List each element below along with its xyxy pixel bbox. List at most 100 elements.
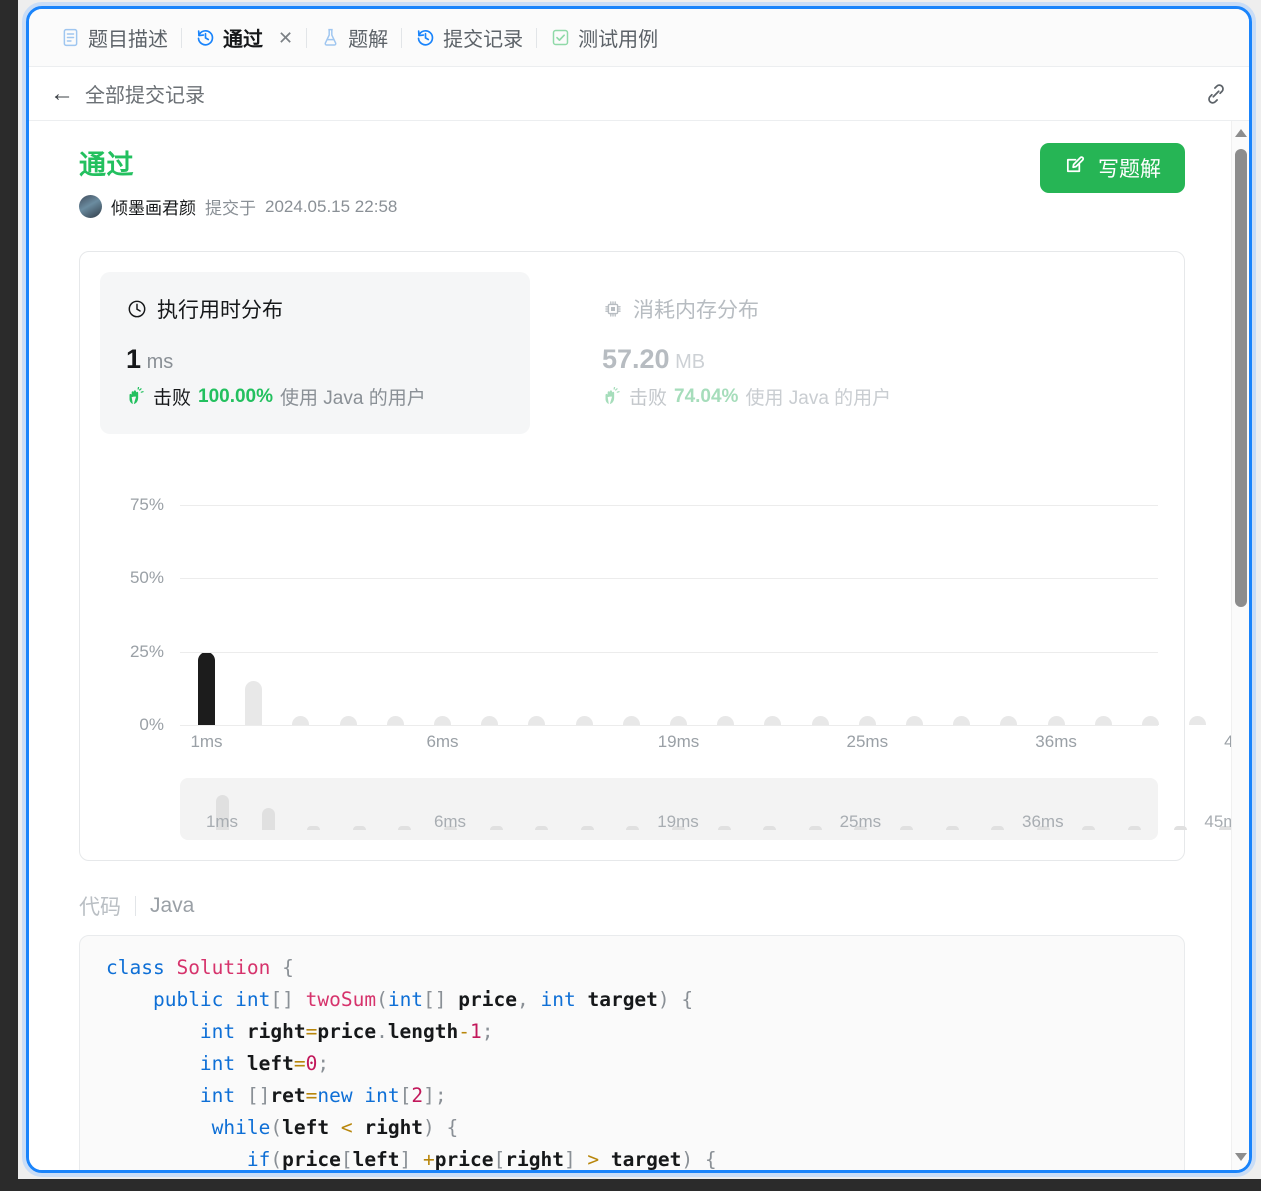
chart-y-tick-label: 75% [129,495,164,515]
chart-bar[interactable] [198,651,215,725]
code-token: price [282,1148,341,1171]
scrollbar-up-arrow[interactable] [1235,129,1247,141]
chart-bars [180,470,1249,725]
brush-bar [1082,826,1096,830]
tab-3[interactable]: 题解 [307,18,401,58]
code-token: - [458,1020,471,1043]
brush-bar [717,826,731,830]
tab-5[interactable]: 测试用例 [537,18,671,58]
runtime-stat-box[interactable]: 执行用时分布 1 ms 击败 100.00% 使用 Java 的用户 [100,272,530,434]
submission-scroll-area[interactable]: 通过 倾墨画君颜 提交于 2024.05.15 22:58 写题解 执行用时分布… [29,121,1249,1171]
chart-bar[interactable] [717,716,735,725]
code-token: ) { [423,1116,459,1139]
chart-y-tick-label: 50% [129,568,164,588]
stat-beat-label: 击败 [629,388,668,409]
code-token: length [387,1020,459,1043]
avatar[interactable] [79,195,102,218]
close-icon[interactable]: ✕ [278,29,293,47]
code-token: 0 [305,1052,318,1075]
code-token: int [199,1084,236,1107]
stat-title-row: 消耗内存分布 [602,294,980,324]
clock-icon [126,298,148,320]
chart-bar[interactable] [1047,716,1065,725]
code-token: ]; [423,1084,447,1107]
chart-bar[interactable] [622,716,640,725]
chart-x-tick-label: 19ms [657,732,700,751]
vertical-scrollbar[interactable] [1231,121,1249,1170]
brush-bar [352,826,366,830]
chart-gridline [180,505,1158,507]
scrollbar-thumb[interactable] [1235,149,1247,607]
chart-bar[interactable] [339,716,357,725]
stat-beat-percent: 100.00% [198,385,274,407]
code-token: ] [563,1148,588,1171]
code-card: class Solution { public int[] twoSum(int… [79,935,1185,1171]
submitter-row: 倾墨画君颜 提交于 2024.05.15 22:58 [79,194,397,219]
back-button[interactable]: ← [47,80,77,108]
code-line: int left=0; [106,1052,329,1075]
stat-unit: ms [141,351,174,373]
tab-label: 测试用例 [578,29,659,51]
history-icon [415,27,436,48]
code-line: while(left < right) { [106,1116,459,1139]
code-token: left [352,1148,400,1171]
chart-bar[interactable] [764,716,782,725]
chart-bar[interactable] [434,716,451,725]
chart-bar[interactable] [858,716,876,725]
code-token: ( [270,1116,283,1139]
tab-4[interactable]: 提交记录 [402,18,536,58]
breadcrumb-title[interactable]: 全部提交记录 [85,79,205,108]
chart-bar[interactable] [811,716,829,725]
code-token: . [376,1020,388,1043]
tab-bar: 题目描述 通过 ✕ 题解 提交记录 测试用例 [29,9,1249,67]
stats-row: 执行用时分布 1 ms 击败 100.00% 使用 Java 的用户 消耗内存分布 57.2… [100,272,1164,434]
chart-x-tick-label: 25ms [846,732,889,751]
runtime-distribution-chart: 0%25%50%75% 1ms6ms19ms25ms36ms45ms [100,460,1249,770]
code-block[interactable]: class Solution { public int[] twoSum(int… [80,952,1184,1171]
code-language[interactable]: Java [150,894,194,918]
breadcrumb: ← 全部提交记录 [29,67,1249,121]
brush-bar [945,826,959,830]
chart-bar[interactable] [1189,716,1207,725]
code-token: target [610,1148,682,1171]
code-token: int [235,988,271,1011]
submitted-prefix: 提交于 [205,199,256,218]
code-token: int [199,1020,236,1043]
submitter-name[interactable]: 倾墨画君颜 [111,194,196,219]
chart-bar[interactable] [906,716,923,725]
chart-bar[interactable] [1000,716,1018,725]
chart-bar[interactable] [292,716,310,725]
chart-bar[interactable] [386,716,404,725]
chart-bar[interactable] [1142,716,1159,725]
focused-pane: 题目描述 通过 ✕ 题解 提交记录 测试用例 ← 全部提交记录 通过 倾墨画君颜… [26,6,1252,1173]
code-token: + [423,1148,435,1171]
chart-plot-area: 0% 25% 50% 75% [130,470,1249,734]
code-token: right [364,1116,424,1139]
tab-2[interactable]: 通过 ✕ [182,18,306,58]
stat-value-row: 1 ms [126,344,504,375]
brush-bar [398,826,412,830]
memory-stat-box[interactable]: 消耗内存分布 57.20 MB 击败 74.04% 使用 Java 的用户 [576,272,1006,434]
code-token: int [540,988,576,1011]
chart-brush-minimap[interactable]: 1ms 6ms 19ms 25ms 36ms 45ms [180,778,1246,840]
code-header: 代码 Java [79,891,1185,921]
chart-bar[interactable] [245,681,263,725]
brush-bar [489,826,503,830]
tab-1[interactable]: 题目描述 [47,18,181,58]
code-token: public [152,988,236,1011]
code-token: price [317,1020,377,1043]
chart-bar[interactable] [953,716,971,725]
chart-bar[interactable] [481,716,499,725]
chart-bar[interactable] [1094,716,1112,725]
link-icon[interactable] [1203,81,1229,107]
document-icon [60,27,81,48]
chart-bar[interactable] [528,716,546,725]
chart-bar[interactable] [575,716,593,725]
scrollbar-down-arrow[interactable] [1235,1153,1247,1165]
chart-bar[interactable] [670,716,687,725]
write-solution-button[interactable]: 写题解 [1040,143,1185,193]
